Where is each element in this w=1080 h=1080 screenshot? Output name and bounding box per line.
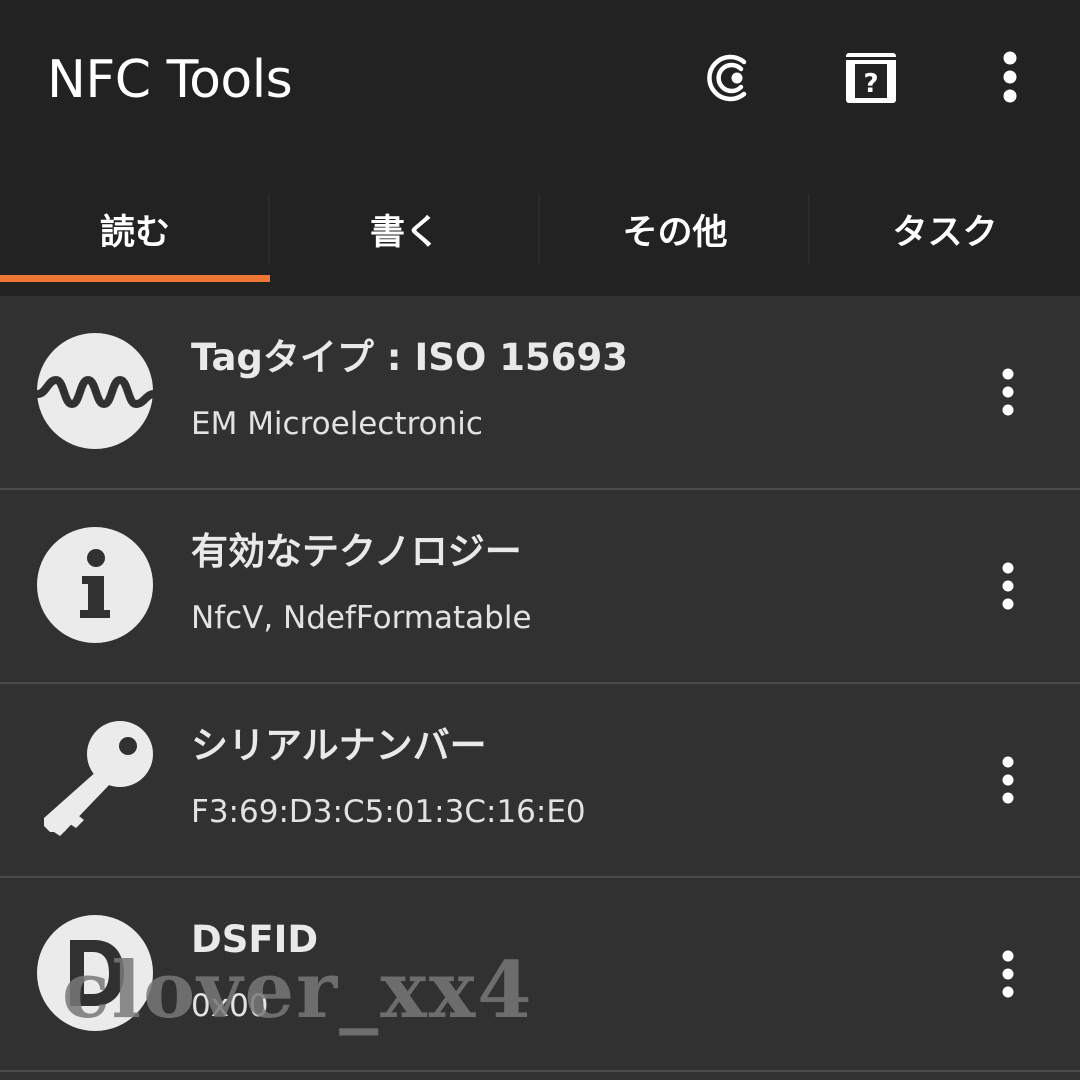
tab-write[interactable]: 書く — [270, 180, 540, 296]
help-book-icon[interactable]: ? — [843, 50, 899, 106]
list-item-serial-number[interactable]: シリアルナンバー F3:69:D3:C5:01:3C:16:E0 — [0, 684, 1080, 878]
row-subtitle: 0x00 — [191, 988, 269, 1024]
row-subtitle: F3:69:D3:C5:01:3C:16:E0 — [191, 794, 586, 830]
app-bar: NFC Tools ? 読む 書く その他 タスク — [0, 0, 1080, 296]
row-title: シリアルナンバー — [191, 724, 487, 767]
key-icon — [44, 721, 153, 836]
row-title: DSFID — [191, 918, 319, 961]
tag-info-list: Tagタイプ : ISO 15693 EM Microelectronic 有効… — [0, 296, 1080, 1072]
nfc-scan-icon[interactable] — [700, 48, 760, 108]
row-title: 有効なテクノロジー — [191, 530, 522, 573]
list-item-dsfid[interactable]: DSFID 0x00 — [0, 878, 1080, 1072]
overflow-menu-icon[interactable] — [990, 50, 1030, 106]
row-overflow-menu-icon[interactable] — [988, 944, 1028, 1004]
list-item-technologies[interactable]: 有効なテクノロジー NfcV, NdefFormatable — [0, 490, 1080, 684]
list-item-tag-type[interactable]: Tagタイプ : ISO 15693 EM Microelectronic — [0, 296, 1080, 490]
tab-other[interactable]: その他 — [540, 180, 810, 296]
svg-text:?: ? — [863, 69, 878, 99]
tab-label: その他 — [622, 212, 728, 253]
letter-d-icon — [37, 915, 153, 1031]
tab-tasks[interactable]: タスク — [810, 180, 1080, 296]
row-subtitle: EM Microelectronic — [191, 406, 483, 442]
info-icon — [37, 527, 153, 643]
row-overflow-menu-icon[interactable] — [988, 362, 1028, 422]
tab-label: 読む — [99, 212, 170, 253]
tab-label: タスク — [892, 212, 998, 253]
wave-icon — [36, 333, 154, 449]
row-overflow-menu-icon[interactable] — [988, 556, 1028, 616]
tab-read[interactable]: 読む — [0, 180, 270, 296]
tab-label: 書く — [369, 212, 440, 253]
row-subtitle: NfcV, NdefFormatable — [191, 600, 532, 636]
app-title: NFC Tools — [47, 50, 293, 110]
tab-bar: 読む 書く その他 タスク — [0, 180, 1080, 296]
row-overflow-menu-icon[interactable] — [988, 750, 1028, 810]
tab-selected-indicator — [0, 275, 270, 282]
row-title: Tagタイプ : ISO 15693 — [191, 336, 628, 379]
